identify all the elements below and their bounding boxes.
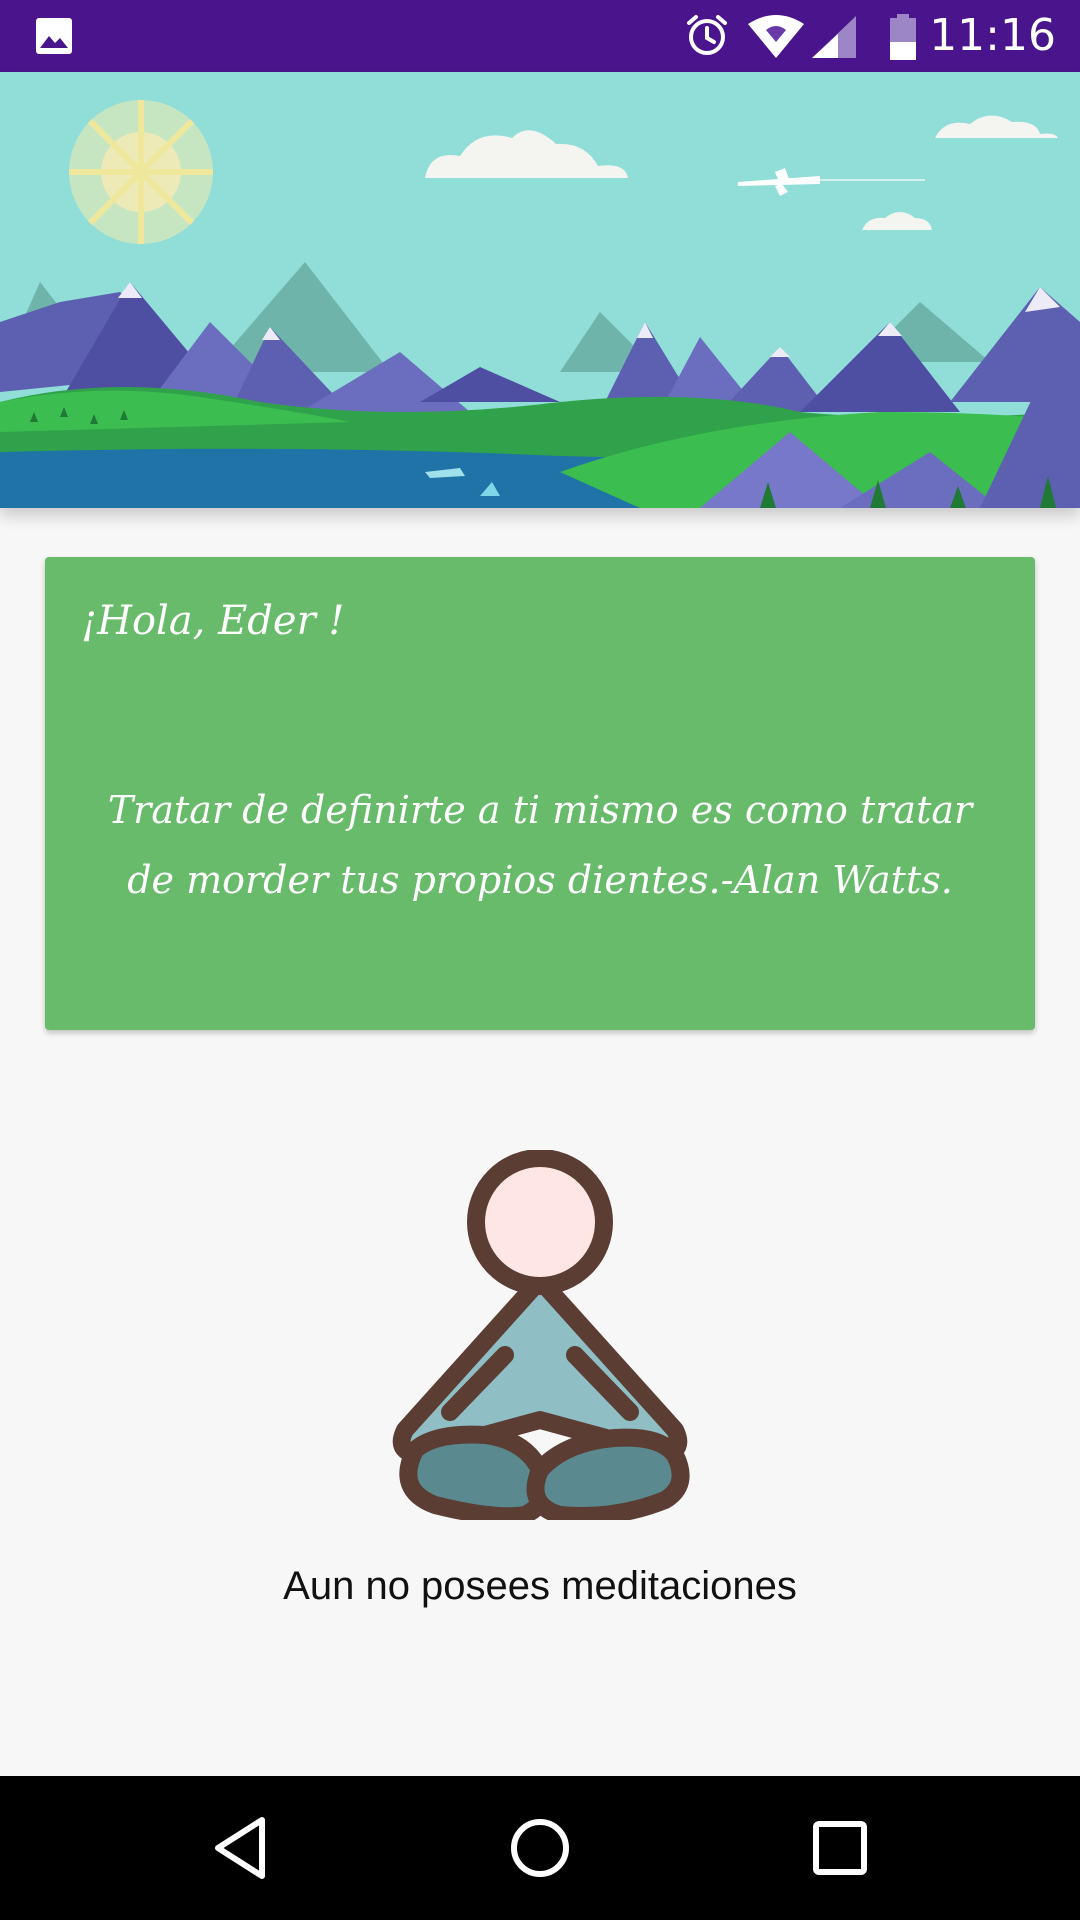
back-icon[interactable] — [200, 1808, 280, 1888]
wifi-icon — [748, 14, 804, 62]
home-icon[interactable] — [500, 1808, 580, 1888]
alarm-icon — [684, 12, 730, 62]
greeting-text: ¡Hola, Eder ! — [81, 598, 345, 644]
app-screen: 11:16 ¡Hola, Eder ! Tratar de definirte … — [0, 0, 1080, 1920]
status-time: 11:16 — [929, 10, 1056, 61]
meditation-person-icon — [375, 1149, 705, 1526]
image-notification-icon — [34, 16, 74, 60]
empty-state-message: Aun no posees meditaciones — [283, 1564, 797, 1608]
greeting-card: ¡Hola, Eder ! Tratar de definirte a ti m… — [45, 557, 1035, 1030]
navigation-bar — [0, 1776, 1080, 1920]
quote-text: Tratar de definirte a ti mismo es como t… — [107, 788, 973, 902]
sun-icon — [69, 100, 213, 244]
recents-icon[interactable] — [800, 1808, 880, 1888]
cell-signal-icon — [812, 16, 856, 62]
status-bar: 11:16 — [0, 0, 1080, 72]
battery-icon — [888, 14, 918, 64]
mountain-landscape-illustration — [0, 72, 1080, 508]
